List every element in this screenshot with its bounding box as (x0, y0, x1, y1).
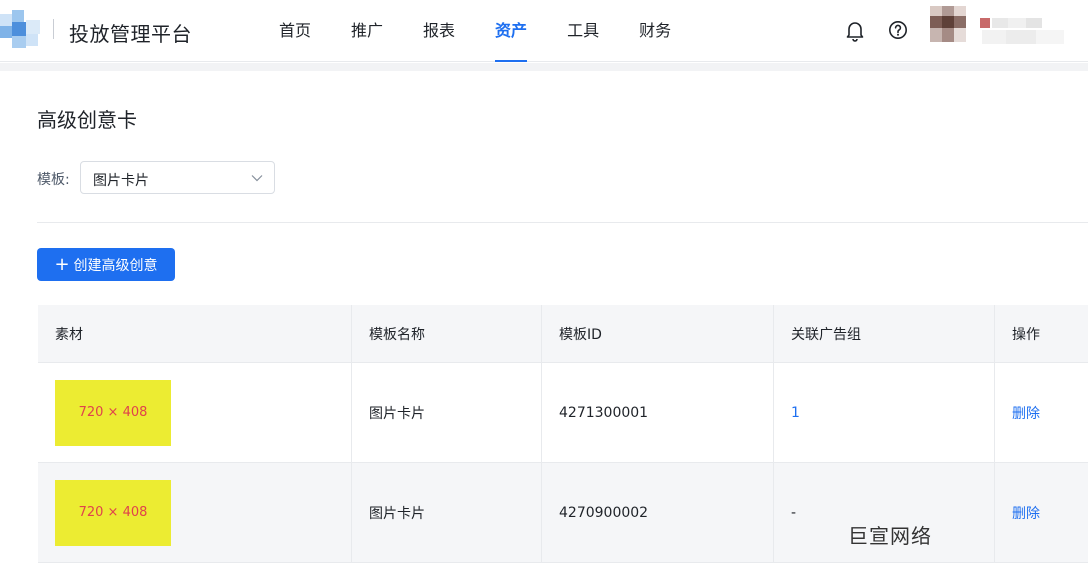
nav-promotion[interactable]: 推广 (334, 0, 400, 62)
material-thumbnail[interactable]: 720 × 408 (55, 379, 171, 446)
column-header-template-id: 模板ID (542, 305, 774, 362)
bell-icon[interactable] (845, 20, 865, 42)
brand-divider (53, 19, 54, 39)
logo[interactable] (0, 6, 44, 56)
plus-icon: + (54, 253, 70, 275)
nav-reports[interactable]: 报表 (406, 0, 472, 62)
delete-link[interactable]: 删除 (1012, 403, 1040, 423)
avatar[interactable] (928, 6, 968, 46)
nav-home[interactable]: 首页 (262, 0, 328, 62)
ad-groups-link[interactable]: 1 (791, 405, 800, 421)
material-cell: 720 × 408 (38, 463, 352, 562)
help-icon[interactable] (888, 20, 908, 40)
template-select-value: 图片卡片 (93, 173, 149, 189)
material-thumbnail[interactable]: 720 × 408 (55, 479, 171, 546)
user-name[interactable] (978, 16, 1068, 48)
template-id-cell: 4271300001 (542, 363, 774, 462)
actions-cell: 删除 (995, 463, 1088, 562)
page-title: 高级创意卡 (37, 108, 137, 132)
watermark-text: 巨宣网络 (848, 524, 932, 548)
chevron-down-icon (251, 175, 263, 182)
create-button-label: 创建高级创意 (73, 257, 158, 274)
template-filter-label: 模板: (37, 172, 70, 188)
actions-cell: 删除 (995, 363, 1088, 462)
template-id-cell: 4270900002 (542, 463, 774, 562)
brand-title: 投放管理平台 (69, 22, 192, 46)
column-header-actions: 操作 (1012, 326, 1040, 343)
create-advanced-creative-button[interactable]: + 创建高级创意 (37, 248, 175, 281)
main-nav: 首页 推广 报表 资产 工具 财务 (262, 0, 694, 62)
nav-assets[interactable]: 资产 (478, 0, 544, 62)
template-select[interactable]: 图片卡片 (80, 161, 275, 194)
table-header-row: 素材 模板名称 模板ID 关联广告组 操作 (38, 305, 1088, 363)
template-name-cell: 图片卡片 (352, 363, 542, 462)
nav-tools[interactable]: 工具 (550, 0, 616, 62)
section-divider (37, 222, 1088, 223)
delete-link[interactable]: 删除 (1012, 503, 1040, 523)
template-name-cell: 图片卡片 (352, 463, 542, 562)
column-header-template-name: 模板名称 (352, 305, 542, 362)
material-cell: 720 × 408 (38, 363, 352, 462)
table-row: 720 × 408 图片卡片 4271300001 1 删除 (38, 363, 1088, 463)
column-header-material: 素材 (38, 305, 352, 362)
column-header-ad-groups: 关联广告组 (774, 305, 995, 362)
ad-groups-cell: 1 (774, 363, 995, 462)
top-header: 投放管理平台 首页 推广 报表 资产 工具 财务 (0, 0, 1088, 62)
nav-finance[interactable]: 财务 (622, 0, 688, 62)
header-shadow-band (0, 63, 1088, 71)
